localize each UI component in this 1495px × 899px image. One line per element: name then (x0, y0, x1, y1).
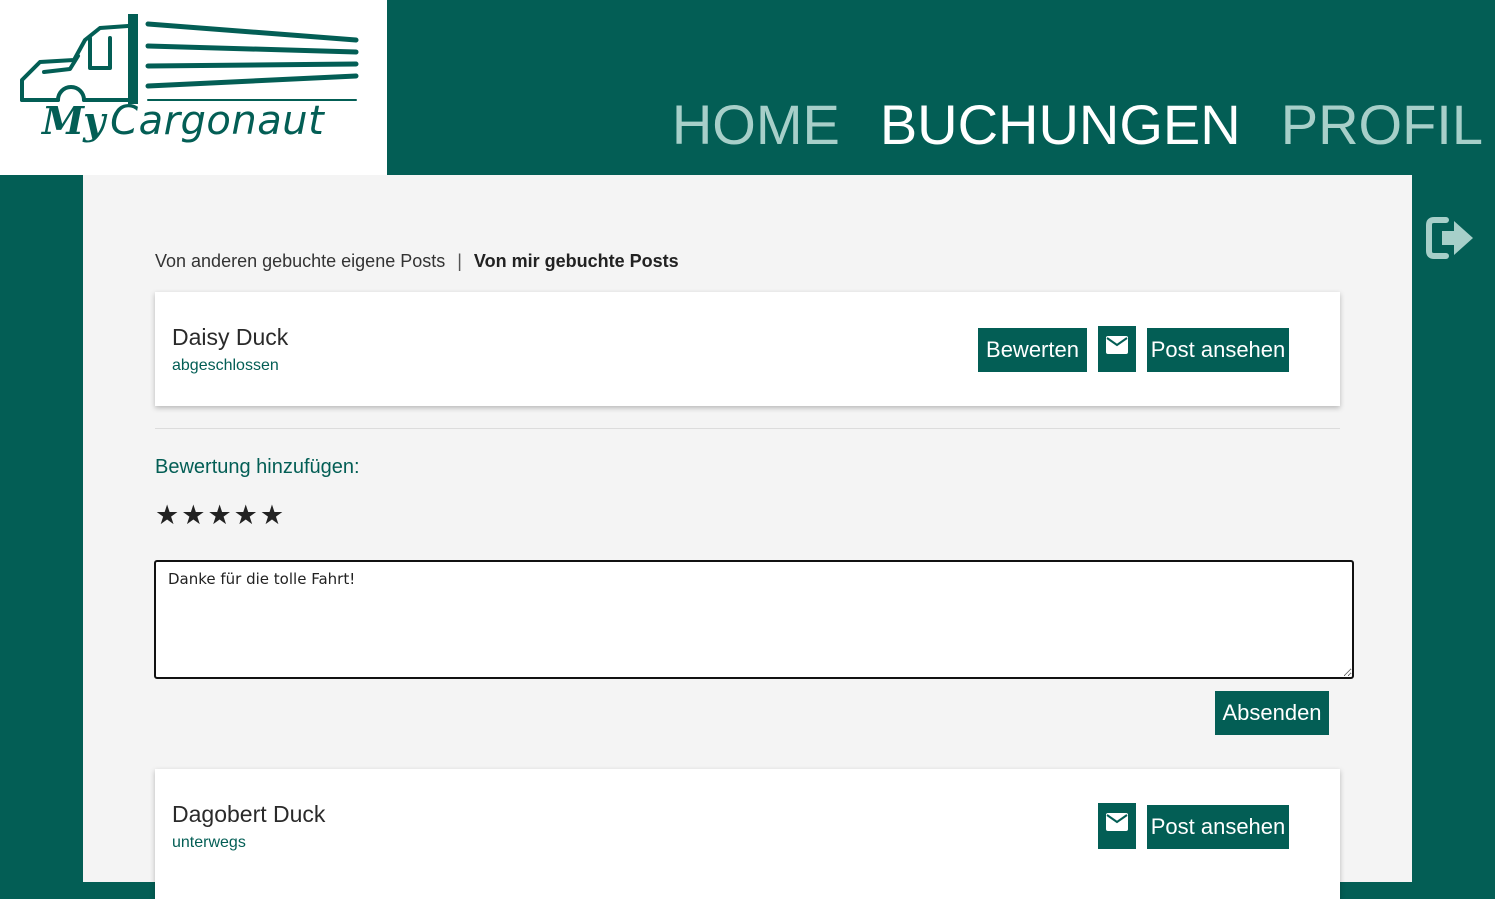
rate-button[interactable]: Bewerten (978, 328, 1087, 372)
booking-status: abgeschlossen (172, 357, 279, 374)
logout-button[interactable] (1426, 216, 1476, 260)
star-icon[interactable]: ★ (260, 500, 284, 530)
bookings-panel: Von anderen gebuchte eigene Posts | Von mi… (83, 175, 1412, 899)
rating-title: Bewertung hinzufügen: (155, 456, 360, 478)
submit-rating-button[interactable]: Absenden (1215, 691, 1329, 735)
booking-card: Daisy Duck abgeschlossen Bewerten Post a… (155, 292, 1340, 406)
star-icon[interactable]: ★ (234, 500, 258, 530)
tab-others-booked[interactable]: Von anderen gebuchte eigene Posts (155, 251, 445, 271)
message-button[interactable] (1098, 803, 1136, 849)
logo-text: My Cargonaut (42, 98, 324, 144)
star-icon[interactable]: ★ (181, 500, 205, 530)
booking-card: Dagobert Duck unterwegs Post ansehen (155, 769, 1340, 899)
booking-name: Daisy Duck (172, 324, 289, 350)
view-post-button[interactable]: Post ansehen (1147, 328, 1289, 372)
message-button[interactable] (1098, 326, 1136, 372)
booking-tabs: Von anderen gebuchte eigene Posts | Von mi… (155, 251, 679, 272)
tab-separator: | (457, 251, 462, 271)
mail-icon (1106, 336, 1128, 354)
main-nav: HOME BUCHUNGEN PROFIL (672, 92, 1483, 158)
mail-icon (1106, 813, 1128, 831)
view-post-button[interactable]: Post ansehen (1147, 805, 1289, 849)
booking-name: Dagobert Duck (172, 801, 326, 827)
nav-buchungen[interactable]: BUCHUNGEN (880, 92, 1241, 158)
nav-profil[interactable]: PROFIL (1281, 92, 1483, 158)
truck-logo-icon (20, 14, 359, 104)
divider (155, 428, 1340, 429)
logo-cargonaut: Cargonaut (110, 98, 325, 144)
booking-status: unterwegs (172, 834, 246, 851)
star-icon[interactable]: ★ (155, 500, 179, 530)
logo[interactable]: My Cargonaut (0, 0, 387, 175)
nav-home[interactable]: HOME (672, 92, 840, 158)
star-rating: ★ ★ ★ ★ ★ (155, 500, 284, 530)
rating-comment-input[interactable] (154, 560, 1354, 679)
tab-my-booked[interactable]: Von mir gebuchte Posts (474, 251, 679, 271)
star-icon[interactable]: ★ (207, 500, 231, 530)
logout-icon (1426, 217, 1473, 259)
logo-my: My (42, 98, 105, 143)
